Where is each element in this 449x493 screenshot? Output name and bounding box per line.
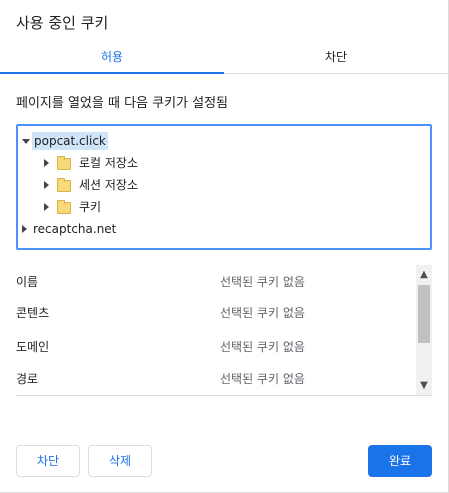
tree-node-cookies[interactable]: 쿠키 — [40, 198, 410, 216]
detail-row-content: 콘텐츠 선택된 쿠키 없음 — [16, 303, 416, 323]
folder-icon — [57, 156, 71, 170]
detail-value: 선택된 쿠키 없음 — [220, 275, 305, 289]
tree-node-recaptcha-net[interactable]: recaptcha.net — [20, 220, 420, 238]
cookie-details-panel: 이름 선택된 쿠키 없음 콘텐츠 선택된 쿠키 없음 도메인 선택된 쿠키 없음… — [16, 265, 432, 396]
expand-arrow-right-icon[interactable] — [44, 159, 49, 167]
detail-key: 콘텐츠 — [16, 306, 50, 320]
expand-arrow-right-icon[interactable] — [22, 225, 27, 233]
tree-node-local-storage[interactable]: 로컬 저장소 — [40, 154, 410, 172]
folder-icon — [57, 200, 71, 214]
scroll-up-icon[interactable]: ▲ — [416, 267, 432, 283]
dialog-frame: 사용 중인 쿠키 허용 차단 페이지를 열었을 때 다음 쿠키가 설정됨 pop… — [0, 0, 449, 493]
tab-bar: 허용 차단 — [0, 44, 448, 74]
tree-node-label: 로컬 저장소 — [79, 156, 139, 170]
tab-allow[interactable]: 허용 — [0, 44, 224, 74]
detail-key: 도메인 — [16, 340, 50, 354]
delete-button[interactable]: 삭제 — [88, 445, 152, 477]
detail-row-path: 경로 선택된 쿠키 없음 — [16, 369, 416, 389]
detail-key: 경로 — [16, 372, 39, 386]
detail-key: 이름 — [16, 275, 39, 289]
cookie-tree[interactable]: popcat.click 로컬 저장소 세션 저장소 쿠키 recaptcha.… — [16, 124, 432, 250]
dialog-title: 사용 중인 쿠키 — [16, 14, 109, 32]
detail-row-name: 이름 선택된 쿠키 없음 — [16, 272, 416, 292]
tree-node-label: 세션 저장소 — [79, 178, 139, 192]
scrollbar-thumb[interactable] — [418, 285, 430, 343]
tree-node-label: 쿠키 — [79, 200, 102, 214]
tree-node-session-storage[interactable]: 세션 저장소 — [40, 176, 410, 194]
details-scrollbar[interactable]: ▲ ▼ — [416, 265, 432, 395]
expand-arrow-down-icon[interactable] — [22, 139, 30, 144]
detail-row-domain: 도메인 선택된 쿠키 없음 — [16, 337, 416, 357]
tree-node-label: recaptcha.net — [33, 222, 117, 236]
detail-value: 선택된 쿠키 없음 — [220, 306, 305, 320]
cookies-set-description: 페이지를 열었을 때 다음 쿠키가 설정됨 — [16, 96, 229, 111]
expand-arrow-right-icon[interactable] — [44, 181, 49, 189]
folder-icon — [57, 178, 71, 192]
block-button[interactable]: 차단 — [16, 445, 80, 477]
done-button[interactable]: 완료 — [368, 445, 432, 477]
expand-arrow-right-icon[interactable] — [44, 203, 49, 211]
active-tab-indicator — [0, 72, 224, 74]
tab-block[interactable]: 차단 — [224, 44, 448, 74]
tree-node-label: popcat.click — [32, 132, 108, 150]
detail-value: 선택된 쿠키 없음 — [220, 340, 305, 354]
detail-value: 선택된 쿠키 없음 — [220, 372, 305, 386]
scroll-down-icon[interactable]: ▼ — [416, 378, 432, 394]
tree-node-popcat-click[interactable]: popcat.click — [20, 132, 420, 150]
